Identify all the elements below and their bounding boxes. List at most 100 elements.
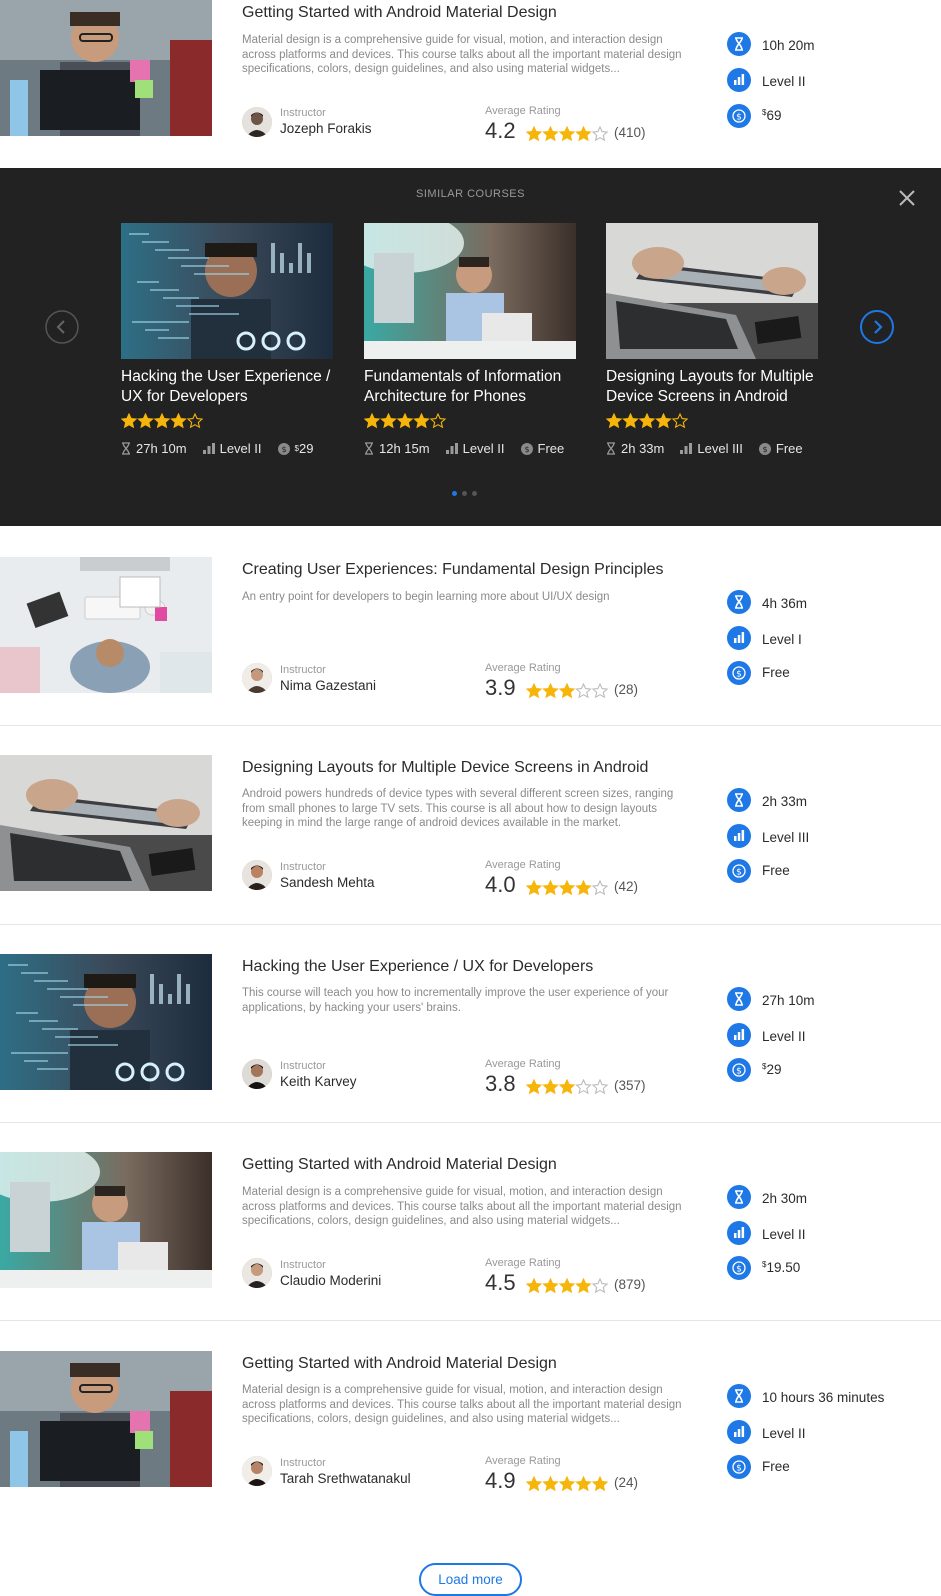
star-icon — [558, 1475, 576, 1492]
svg-text:$: $ — [736, 1067, 742, 1077]
carousel-dot[interactable] — [472, 491, 477, 496]
course-row[interactable]: Creating User Experiences: Fundamental D… — [0, 557, 941, 753]
hourglass-icon — [607, 442, 615, 455]
similar-course-thumbnail[interactable] — [121, 223, 333, 359]
star-icon — [137, 412, 154, 429]
star-icon — [396, 412, 414, 429]
course-title[interactable]: Getting Started with Android Material De… — [242, 1156, 557, 1174]
instructor-avatar — [242, 663, 272, 693]
star-rating — [120, 412, 333, 429]
similar-course-card[interactable]: Hacking the User Experience / UX for Dev… — [120, 223, 333, 456]
star-rating — [525, 125, 609, 142]
course-duration: 2h 33m — [762, 794, 808, 809]
rating-count: (28) — [614, 682, 639, 697]
instructor-name[interactable]: Jozeph Forakis — [280, 121, 372, 136]
similar-course-level: Level II — [219, 441, 262, 456]
dollar-icon: $ — [727, 1058, 751, 1082]
svg-text:$: $ — [736, 1265, 742, 1275]
price-value: 29 — [766, 1062, 782, 1077]
level-bars-icon — [727, 68, 751, 92]
instructor-avatar — [242, 1258, 272, 1288]
dollar-icon: $ — [277, 442, 290, 455]
star-icon — [525, 1277, 543, 1294]
instructor-name[interactable]: Sandesh Mehta — [280, 875, 375, 890]
hourglass-icon — [727, 788, 751, 812]
rating-count: (24) — [614, 1475, 639, 1490]
course-row[interactable]: Hacking the User Experience / UX for Dev… — [0, 954, 941, 1150]
course-thumbnail[interactable] — [0, 1351, 212, 1487]
dollar-icon: $ — [520, 442, 533, 455]
course-row[interactable]: Getting Started with Android Material De… — [0, 1152, 941, 1348]
course-duration: 4h 36m — [762, 596, 808, 611]
course-row[interactable]: Designing Layouts for Multiple Device Sc… — [0, 755, 941, 951]
course-row[interactable]: Getting Started with Android Material De… — [0, 1351, 941, 1547]
carousel-dot[interactable] — [452, 491, 457, 496]
course-thumbnail[interactable] — [0, 755, 212, 891]
star-icon — [413, 412, 430, 429]
photo-image — [0, 954, 212, 1090]
course-description: Android powers hundreds of device types … — [242, 788, 674, 829]
course-duration: 10 hours 36 minutes — [762, 1390, 885, 1405]
course-row[interactable]: Getting Started with Android Material De… — [0, 0, 941, 196]
instructor-label: Instructor — [280, 664, 326, 676]
course-list-page: Getting Started with Android Material De… — [0, 0, 941, 1596]
course-level: Level II — [762, 74, 806, 89]
instructor-name[interactable]: Nima Gazestani — [280, 678, 376, 693]
carousel-dot[interactable] — [462, 491, 467, 496]
similar-course-meta: 27h 10m Level II $ $29 — [121, 441, 333, 456]
star-icon — [429, 412, 447, 429]
course-description: Material design is a comprehensive guide… — [242, 1384, 682, 1425]
star-icon — [558, 125, 576, 142]
star-icon — [120, 412, 138, 429]
person-icon — [242, 1059, 272, 1089]
course-title[interactable]: Designing Layouts for Multiple Device Sc… — [242, 759, 648, 777]
course-thumbnail[interactable] — [0, 0, 212, 136]
course-description: Material design is a comprehensive guide… — [242, 34, 682, 75]
star-icon — [591, 1078, 609, 1095]
course-thumbnail[interactable] — [0, 1152, 212, 1288]
star-icon — [186, 412, 204, 429]
star-rating — [525, 1475, 609, 1492]
star-rating — [605, 412, 818, 429]
course-thumbnail[interactable] — [0, 954, 212, 1090]
hourglass-icon — [122, 442, 130, 455]
hourglass-icon — [727, 590, 751, 614]
person-icon — [242, 1456, 272, 1486]
similar-course-title[interactable]: Fundamentals of Information Architecture… — [364, 367, 576, 407]
person-icon — [242, 663, 272, 693]
price-item: $ Free — [758, 441, 803, 456]
course-description: This course will teach you how to increm… — [242, 987, 669, 1014]
carousel-prev-button[interactable] — [45, 310, 79, 344]
price-value: 69 — [766, 108, 782, 123]
price-value: Free — [762, 1459, 790, 1474]
similar-course-card[interactable]: Designing Layouts for Multiple Device Sc… — [605, 223, 818, 456]
rating-count: (879) — [614, 1277, 646, 1292]
average-rating-value: 3.9 — [485, 675, 516, 700]
load-more-button[interactable]: Load more — [419, 1563, 522, 1596]
level-bars-icon — [727, 1420, 751, 1444]
instructor-name[interactable]: Claudio Moderini — [280, 1273, 381, 1288]
instructor-name[interactable]: Keith Karvey — [280, 1074, 357, 1089]
similar-course-thumbnail[interactable] — [606, 223, 818, 359]
close-icon[interactable] — [895, 186, 919, 210]
instructor-avatar — [242, 107, 272, 137]
average-rating-label: Average Rating — [485, 662, 561, 674]
svg-text:$: $ — [736, 1464, 742, 1474]
course-title[interactable]: Hacking the User Experience / UX for Dev… — [242, 958, 593, 976]
svg-text:$: $ — [281, 445, 286, 454]
similar-course-thumbnail[interactable] — [364, 223, 576, 359]
course-thumbnail[interactable] — [0, 557, 212, 693]
course-title[interactable]: Creating User Experiences: Fundamental D… — [242, 561, 664, 579]
course-title[interactable]: Getting Started with Android Material De… — [242, 1355, 557, 1373]
svg-text:$: $ — [736, 113, 742, 123]
carousel-next-button[interactable] — [860, 310, 894, 344]
similar-course-card[interactable]: Fundamentals of Information Architecture… — [363, 223, 576, 456]
level-item: Level III — [680, 441, 743, 456]
instructor-name[interactable]: Tarah Srethwatanakul — [280, 1471, 411, 1486]
similar-course-title[interactable]: Hacking the User Experience / UX for Dev… — [121, 367, 333, 407]
star-icon — [591, 1277, 609, 1294]
instructor-avatar — [242, 1059, 272, 1089]
course-duration: 2h 30m — [762, 1191, 808, 1206]
course-title[interactable]: Getting Started with Android Material De… — [242, 4, 557, 22]
similar-course-title[interactable]: Designing Layouts for Multiple Device Sc… — [606, 367, 818, 407]
